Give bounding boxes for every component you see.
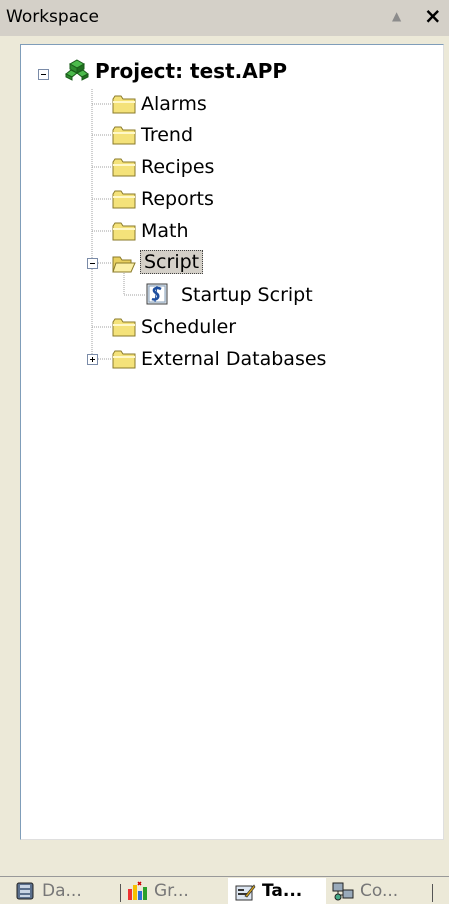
tab-graphics-label: Gr...	[154, 881, 189, 901]
script-collapse-toggle[interactable]	[87, 258, 98, 269]
tab-separator	[432, 884, 433, 902]
workspace-titlebar: Workspace ▲ ×	[0, 0, 449, 36]
tab-database-label: Da...	[42, 881, 82, 901]
tab-tasks[interactable]: Ta...	[228, 878, 326, 904]
tab-separator	[120, 884, 121, 902]
tasks-icon	[235, 884, 256, 901]
tab-tasks-label: Ta...	[262, 881, 303, 901]
folder-icon	[112, 126, 136, 145]
comm-icon	[332, 882, 354, 901]
tree-item-startup-script[interactable]: Startup Script	[181, 283, 313, 307]
tree-item-recipes[interactable]: Recipes	[141, 155, 214, 179]
folder-icon	[112, 318, 136, 337]
tab-comm[interactable]: Co...	[332, 878, 398, 904]
script-icon	[146, 283, 168, 305]
tree-item-reports[interactable]: Reports	[141, 187, 214, 211]
tab-comm-label: Co...	[360, 881, 399, 901]
pin-icon[interactable]: ▲	[392, 9, 401, 23]
tree-item-scheduler[interactable]: Scheduler	[141, 315, 236, 339]
tree-item-external-databases[interactable]: External Databases	[141, 347, 326, 371]
workspace-tree[interactable]: Project: test.APP Alarms Trend Recipes R…	[20, 44, 444, 840]
tree-item-math[interactable]: Math	[141, 219, 189, 243]
tree-root-label[interactable]: Project: test.APP	[95, 59, 287, 83]
folder-icon	[112, 350, 136, 369]
tabbar-divider	[0, 876, 449, 877]
project-icon	[65, 59, 89, 81]
tree-item-alarms[interactable]: Alarms	[141, 92, 207, 116]
close-icon[interactable]: ×	[424, 4, 442, 28]
folder-icon	[112, 222, 136, 241]
folder-icon	[112, 95, 136, 114]
tree-item-trend[interactable]: Trend	[141, 123, 193, 147]
external-databases-expand-toggle[interactable]	[87, 354, 98, 365]
window-title: Workspace	[6, 7, 99, 27]
tab-graphics[interactable]: Gr...	[126, 878, 189, 904]
tree-item-script[interactable]: Script	[140, 250, 204, 274]
folder-icon	[112, 158, 136, 177]
root-collapse-toggle[interactable]	[38, 69, 49, 80]
tab-database[interactable]: Da...	[14, 878, 82, 904]
database-icon	[16, 882, 34, 900]
graphics-icon	[128, 881, 147, 900]
folder-icon	[112, 190, 136, 209]
open-folder-icon	[112, 256, 136, 273]
